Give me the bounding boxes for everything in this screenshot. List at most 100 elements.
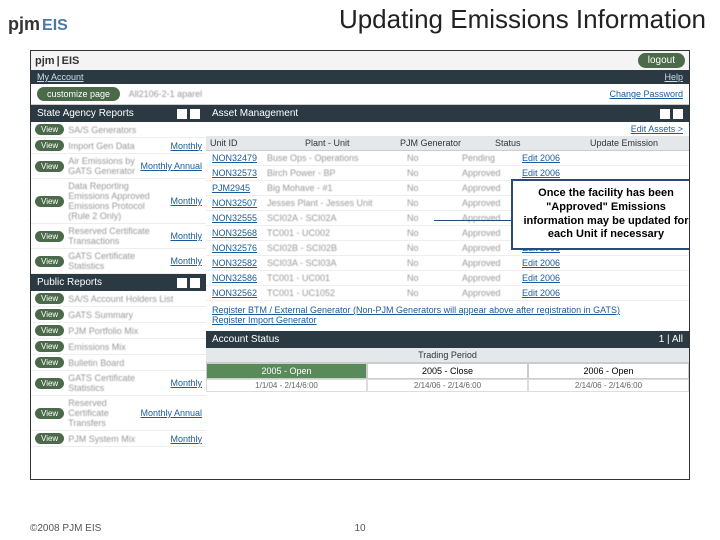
sidebar-item[interactable]: View SA/S Account Holders List bbox=[31, 291, 206, 307]
cell-link[interactable]: NON32586 bbox=[212, 273, 257, 283]
trading-period-cell[interactable]: 2006 - Open bbox=[528, 363, 689, 379]
trading-period-cell[interactable]: 2005 - Open bbox=[206, 363, 367, 379]
cell: Buse Ops - Operations bbox=[265, 153, 405, 163]
cell: No bbox=[405, 198, 460, 208]
sidebar-item-period-link[interactable]: Monthly bbox=[170, 231, 202, 241]
brand-logo: pjmEIS bbox=[8, 4, 128, 44]
sidebar-item-label: GATS Certificate Statistics bbox=[68, 373, 166, 393]
sidebar-item-period-link[interactable]: Monthly Annual bbox=[140, 161, 202, 171]
sidebar-item-period-link[interactable]: Monthly bbox=[170, 434, 202, 444]
register-btm-link[interactable]: Register BTM / External Generator (Non-P… bbox=[212, 305, 620, 315]
view-chip[interactable]: View bbox=[35, 196, 64, 207]
table-row: NON32586TC001 - UC001NoApprovedEdit 2006 bbox=[206, 271, 689, 286]
register-import-link[interactable]: Register Import Generator bbox=[212, 315, 317, 325]
view-chip[interactable]: View bbox=[35, 309, 64, 320]
slide-header: pjmEIS Updating Emissions Information bbox=[0, 0, 720, 44]
cell-link[interactable]: Edit 2006 bbox=[522, 153, 560, 163]
sidebar-item[interactable]: ViewGATS Summary bbox=[31, 307, 206, 323]
collapse-icon[interactable] bbox=[177, 109, 187, 119]
help-link[interactable]: Help bbox=[664, 72, 683, 82]
cell-link[interactable]: NON32555 bbox=[212, 213, 257, 223]
sidebar-item-label: GATS Certificate Statistics bbox=[68, 251, 166, 271]
sidebar-item[interactable]: View GATS Certificate Statistics Monthly bbox=[31, 371, 206, 396]
sidebar-section2-list: View SA/S Account Holders List ViewGATS Su… bbox=[31, 291, 206, 447]
table-row: NON32562TC001 - UC1052NoApprovedEdit 200… bbox=[206, 286, 689, 301]
view-chip[interactable]: View bbox=[35, 161, 64, 172]
sidebar-item[interactable]: View PJM System Mix Monthly bbox=[31, 431, 206, 447]
cell: TC001 - UC1052 bbox=[265, 288, 405, 298]
sidebar-item[interactable]: ViewBulletin Board bbox=[31, 355, 206, 371]
view-chip[interactable]: View bbox=[35, 140, 64, 151]
sidebar-item-period-link[interactable]: Monthly bbox=[170, 196, 202, 206]
sidebar-item-label: SA/S Account Holders List bbox=[68, 294, 198, 304]
cell-link[interactable]: NON32573 bbox=[212, 168, 257, 178]
cell: No bbox=[405, 273, 460, 283]
asset-panel-head: Asset Management bbox=[206, 105, 689, 122]
collapse-icon[interactable] bbox=[660, 109, 670, 119]
view-chip[interactable]: View bbox=[35, 293, 64, 304]
cell-link[interactable]: Edit 2006 bbox=[522, 288, 560, 298]
cell-link[interactable]: NON32582 bbox=[212, 258, 257, 268]
cell-link[interactable]: Edit 2006 bbox=[522, 168, 560, 178]
sidebar-item[interactable]: ViewReserved Certificate TransactionsMon… bbox=[31, 224, 206, 249]
sidebar-item[interactable]: View SA/S Generators bbox=[31, 122, 206, 138]
change-password-link[interactable]: Change Password bbox=[609, 89, 683, 99]
layout: State Agency Reports View SA/S Generators… bbox=[31, 105, 689, 447]
sidebar-item[interactable]: ViewData Reporting Emissions Approved Em… bbox=[31, 179, 206, 224]
customize-page-button[interactable]: customize page bbox=[37, 87, 120, 101]
edit-assets-link[interactable]: Edit Assets > bbox=[206, 122, 689, 136]
account-row: customize page All2106-2-1 aparel Change… bbox=[31, 84, 689, 105]
close-icon[interactable] bbox=[673, 109, 683, 119]
cell: No bbox=[405, 243, 460, 253]
callout-box: Once the facility has been "Approved" Em… bbox=[511, 179, 690, 250]
cell: Approved bbox=[460, 168, 520, 178]
cell-link[interactable]: NON32507 bbox=[212, 198, 257, 208]
cell: No bbox=[405, 168, 460, 178]
view-chip[interactable]: View bbox=[35, 341, 64, 352]
sidebar-item[interactable]: View Air Emissions by GATS Generator Month… bbox=[31, 154, 206, 179]
view-chip[interactable]: View bbox=[35, 357, 64, 368]
sidebar-item-label: Air Emissions by GATS Generator bbox=[68, 156, 136, 176]
cell-link[interactable]: Edit 2006 bbox=[522, 258, 560, 268]
trading-period-cell[interactable]: 2005 - Close bbox=[367, 363, 528, 379]
sidebar-item[interactable]: ViewPJM Portfolio Mix bbox=[31, 323, 206, 339]
cell-link[interactable]: NON32576 bbox=[212, 243, 257, 253]
view-chip[interactable]: View bbox=[35, 124, 64, 135]
sidebar-item-period-link[interactable]: Monthly bbox=[170, 378, 202, 388]
cell-link[interactable]: Edit 2006 bbox=[522, 273, 560, 283]
collapse-icon[interactable] bbox=[177, 278, 187, 288]
view-chip[interactable]: View bbox=[35, 433, 64, 444]
view-chip[interactable]: View bbox=[35, 231, 64, 242]
main-panel: Asset Management Edit Assets > Unit ID P… bbox=[206, 105, 689, 447]
my-account-link[interactable]: My Account bbox=[37, 72, 84, 82]
sidebar-item[interactable]: ViewImport Gen DataMonthly bbox=[31, 138, 206, 154]
sidebar-item-label: SA/S Generators bbox=[68, 125, 198, 135]
close-icon[interactable] bbox=[190, 278, 200, 288]
sidebar-item-period-link[interactable]: Monthly bbox=[170, 141, 202, 151]
sidebar-section1-head: State Agency Reports bbox=[31, 105, 206, 122]
cell-link[interactable]: NON32562 bbox=[212, 288, 257, 298]
app-topbar: pjm|EIS logout bbox=[31, 51, 689, 70]
view-chip[interactable]: View bbox=[35, 256, 64, 267]
logout-button[interactable]: logout bbox=[638, 53, 685, 68]
cell: Pending bbox=[460, 153, 520, 163]
asset-table-header: Unit ID Plant - Unit PJM Generator Statu… bbox=[206, 136, 689, 151]
view-chip[interactable]: View bbox=[35, 408, 64, 419]
account-name: All2106-2-1 aparel bbox=[129, 89, 203, 99]
sidebar-item[interactable]: View GATS Certificate Statistics Monthly bbox=[31, 249, 206, 274]
sidebar-item[interactable]: View Emissions Mix bbox=[31, 339, 206, 355]
table-row: NON32479Buse Ops - OperationsNoPendingEd… bbox=[206, 151, 689, 166]
view-chip[interactable]: View bbox=[35, 378, 64, 389]
close-icon[interactable] bbox=[190, 109, 200, 119]
sidebar-item-period-link[interactable]: Monthly bbox=[170, 256, 202, 266]
sidebar-item-label: PJM System Mix bbox=[68, 434, 166, 444]
sidebar-item[interactable]: ViewReserved Certificate TransfersMonthl… bbox=[31, 396, 206, 431]
cell-link[interactable]: PJM2945 bbox=[212, 183, 250, 193]
cell-link[interactable]: NON32568 bbox=[212, 228, 257, 238]
sidebar-item-period-link[interactable]: Monthly Annual bbox=[140, 408, 202, 418]
cell-link[interactable]: NON32479 bbox=[212, 153, 257, 163]
trading-period-date: 2/14/06 - 2/14/6:00 bbox=[528, 379, 689, 392]
sidebar-item-label: Emissions Mix bbox=[68, 342, 198, 352]
view-chip[interactable]: View bbox=[35, 325, 64, 336]
asset-footer-links: Register BTM / External Generator (Non-P… bbox=[206, 301, 689, 329]
